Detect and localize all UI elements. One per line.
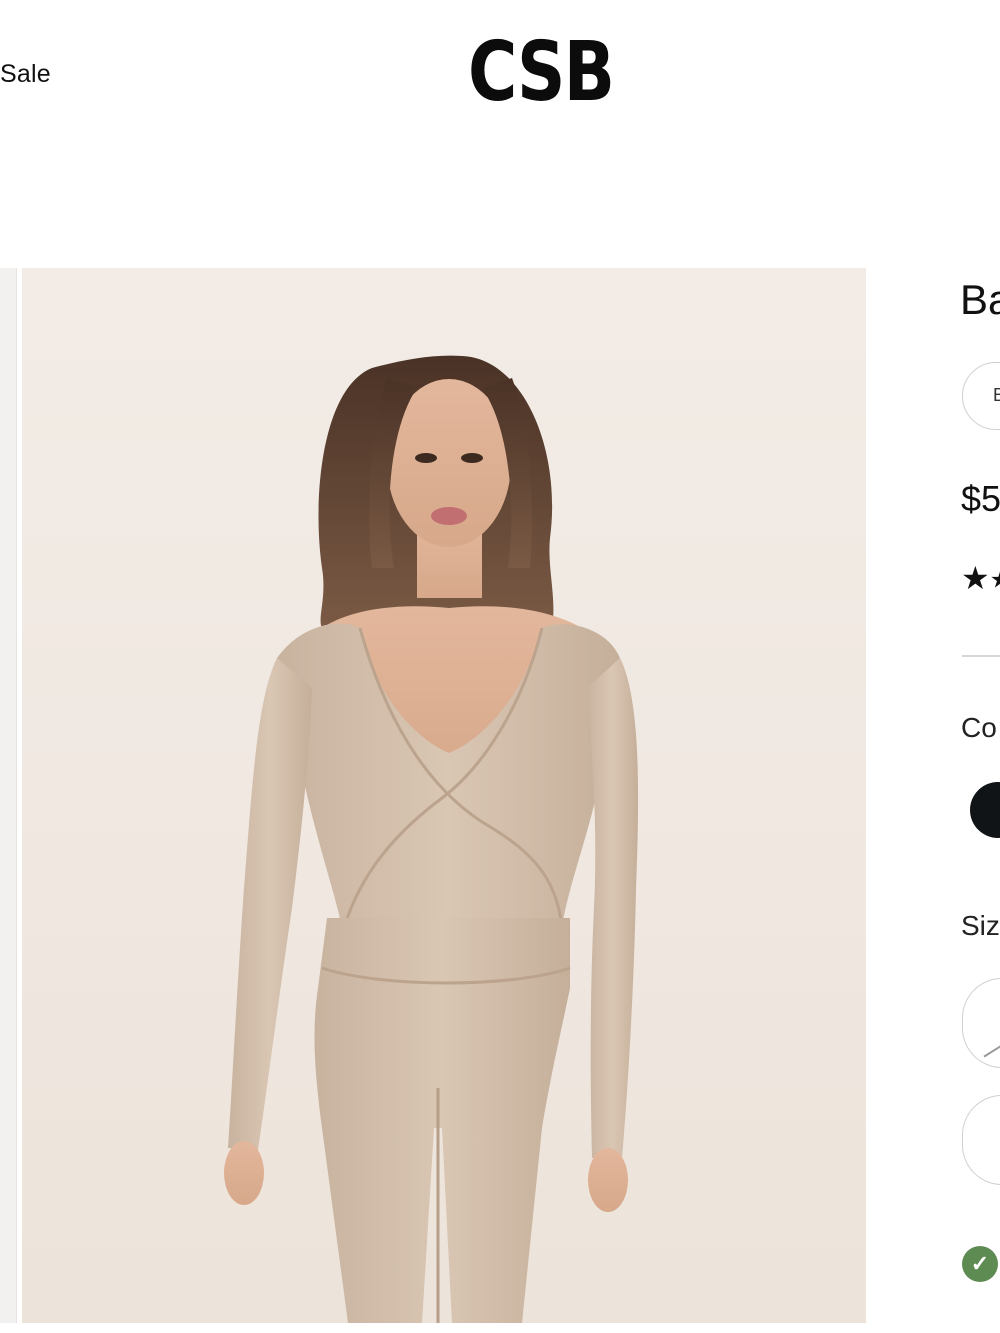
- rating-stars[interactable]: ★★: [961, 560, 1000, 599]
- star-icon-partial: ★: [990, 567, 1000, 594]
- size-option-button[interactable]: [962, 978, 1000, 1068]
- section-divider: [962, 655, 1000, 657]
- variant-chip[interactable]: B: [962, 362, 1000, 430]
- product-main-image[interactable]: [22, 268, 866, 1323]
- product-price: $5: [961, 478, 1000, 519]
- thumbnail-rail[interactable]: [0, 268, 17, 1323]
- color-swatch-black[interactable]: [970, 782, 1000, 838]
- brand-logo[interactable]: CSB: [468, 28, 615, 118]
- size-label: Siz: [961, 910, 1000, 941]
- product-page: Sale CSB Ba B $5 ★ Co Siz ✓: [0, 0, 1000, 1333]
- star-icon: ★: [961, 560, 990, 596]
- nav-sale-link[interactable]: Sale: [0, 60, 51, 89]
- color-label: Co: [961, 712, 997, 743]
- product-title: Ba: [960, 276, 1000, 323]
- unavailable-strike: [983, 1034, 1000, 1058]
- model-illustration: [224, 355, 639, 1323]
- check-circle-icon: ✓: [962, 1246, 998, 1282]
- size-option-button[interactable]: [962, 1095, 1000, 1185]
